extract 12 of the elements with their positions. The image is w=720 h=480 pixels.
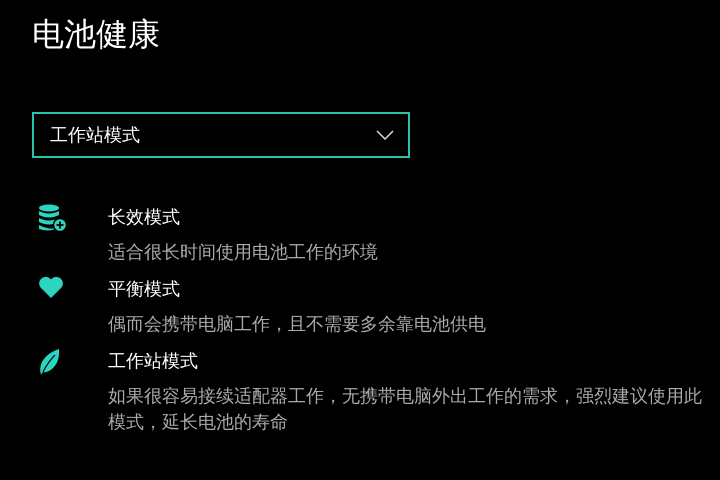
- leaf-icon: [38, 348, 60, 376]
- mode-description: 适合很长时间使用电池工作的环境: [108, 241, 379, 265]
- mode-title: 长效模式: [108, 206, 180, 230]
- page-title: 电池健康: [32, 14, 160, 55]
- mode-dropdown[interactable]: 工作站模式: [32, 112, 410, 158]
- mode-title: 工作站模式: [108, 350, 198, 374]
- chevron-down-icon: [376, 130, 394, 140]
- mode-description: 偶而会携带电脑工作，且不需要多余靠电池供电: [108, 313, 487, 337]
- mode-description: 如果很容易接续适配器工作，无携带电脑外出工作的需求，强烈建议使用此模式，延长电池的寿命: [108, 385, 703, 435]
- database-add-icon: [38, 204, 68, 232]
- heart-icon: [38, 276, 64, 299]
- mode-title: 平衡模式: [108, 278, 180, 302]
